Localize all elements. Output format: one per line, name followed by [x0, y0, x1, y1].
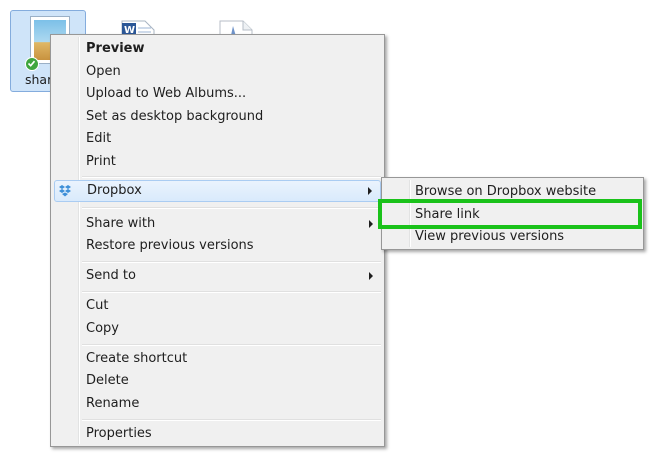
menu-item-label: Create shortcut — [86, 351, 188, 366]
menu-item-label: Send to — [86, 268, 136, 283]
menu-item-print[interactable]: Print — [54, 151, 381, 173]
menu-item-label: Upload to Web Albums... — [86, 86, 247, 101]
menu-item-label: Restore previous versions — [86, 238, 254, 253]
submenu-item-label: Share link — [415, 207, 480, 222]
menu-separator — [82, 344, 381, 346]
menu-item-preview[interactable]: Preview — [54, 38, 381, 60]
menu-item-delete[interactable]: Delete — [54, 370, 381, 392]
menu-separator — [82, 261, 381, 263]
menu-item-label: Share with — [86, 216, 156, 231]
menu-item-share-with[interactable]: Share with — [54, 213, 381, 235]
menu-item-label: Preview — [86, 41, 145, 56]
sync-check-icon — [25, 57, 39, 71]
menu-item-label: Print — [86, 154, 116, 169]
menu-item-label: Copy — [86, 321, 119, 336]
menu-item-open[interactable]: Open — [54, 61, 381, 83]
menu-item-dropbox[interactable]: Dropbox — [54, 180, 381, 202]
menu-separator — [82, 207, 381, 209]
submenu-item-label: Browse on Dropbox website — [415, 184, 597, 199]
dropbox-submenu: Browse on Dropbox website Share link Vie… — [381, 177, 644, 250]
menu-item-properties[interactable]: Properties — [54, 423, 381, 445]
menu-item-label: Properties — [86, 426, 152, 441]
menu-item-label: Open — [86, 64, 121, 79]
menu-separator — [82, 176, 381, 178]
menu-item-label: Delete — [86, 373, 129, 388]
menu-item-copy[interactable]: Copy — [54, 318, 381, 340]
submenu-item-share-link[interactable]: Share link — [385, 204, 640, 226]
menu-item-label: Set as desktop background — [86, 109, 264, 124]
menu-item-upload-web-albums[interactable]: Upload to Web Albums... — [54, 83, 381, 105]
menu-item-restore-previous-versions[interactable]: Restore previous versions — [54, 235, 381, 257]
submenu-item-label: View previous versions — [415, 229, 565, 244]
menu-item-label: Cut — [86, 298, 109, 313]
submenu-arrow-icon — [369, 272, 373, 280]
submenu-arrow-icon — [369, 220, 373, 228]
menu-separator — [82, 291, 381, 293]
dropbox-icon — [59, 185, 71, 197]
context-menu: Preview Open Upload to Web Albums... Set… — [50, 34, 385, 447]
menu-item-edit[interactable]: Edit — [54, 128, 381, 150]
menu-item-label: Dropbox — [87, 183, 142, 198]
submenu-arrow-icon — [368, 187, 372, 195]
menu-item-label: Edit — [86, 131, 112, 146]
menu-item-send-to[interactable]: Send to — [54, 265, 381, 287]
menu-item-label: Rename — [86, 396, 140, 411]
menu-item-rename[interactable]: Rename — [54, 393, 381, 415]
submenu-item-view-previous-versions[interactable]: View previous versions — [385, 226, 640, 248]
file-name-label: shar — [25, 72, 53, 87]
menu-item-cut[interactable]: Cut — [54, 295, 381, 317]
submenu-item-browse-dropbox-website[interactable]: Browse on Dropbox website — [385, 181, 640, 203]
menu-item-create-shortcut[interactable]: Create shortcut — [54, 348, 381, 370]
menu-item-set-desktop-background[interactable]: Set as desktop background — [54, 106, 381, 128]
menu-separator — [82, 419, 381, 421]
